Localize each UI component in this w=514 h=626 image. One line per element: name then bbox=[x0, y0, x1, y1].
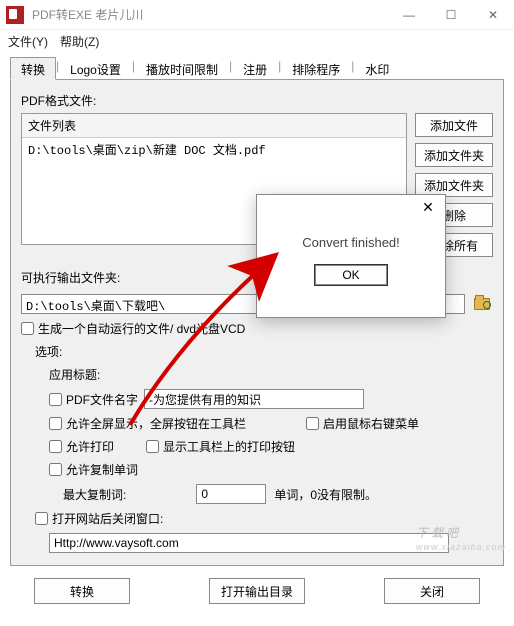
open-output-button[interactable]: 打开输出目录 bbox=[209, 578, 305, 604]
close-window-label: 打开网站后关闭窗口: bbox=[52, 510, 163, 527]
content-area: 转换 | Logo设置 | 播放时间限制 | 注册 | 排除程序 | 水印 PD… bbox=[0, 52, 514, 626]
fullscreen-row: 允许全屏显示，全屏按钮在工具栏 启用鼠标右键菜单 bbox=[49, 415, 493, 432]
show-print-btn-checkbox[interactable] bbox=[146, 440, 159, 453]
close-app-button[interactable]: 关闭 bbox=[384, 578, 480, 604]
app-title-input[interactable] bbox=[144, 389, 364, 409]
fullscreen-label: 允许全屏显示，全屏按钮在工具栏 bbox=[66, 415, 246, 432]
tab-logo[interactable]: Logo设置 bbox=[59, 57, 132, 80]
tab-exclude[interactable]: 排除程序 bbox=[281, 57, 351, 80]
close-window-row: 打开网站后关闭窗口: bbox=[35, 510, 493, 527]
show-print-btn-label: 显示工具栏上的打印按钮 bbox=[163, 438, 295, 455]
url-input[interactable] bbox=[49, 533, 449, 553]
dialog-ok-button[interactable]: OK bbox=[314, 264, 388, 286]
max-copy-suffix: 单词，0没有限制。 bbox=[274, 486, 377, 503]
file-list-header: 文件列表 bbox=[22, 114, 406, 138]
title-bar: PDF转EXE 老片儿川 — ☐ ✕ bbox=[0, 0, 514, 30]
pdf-name-checkbox[interactable] bbox=[49, 393, 62, 406]
copy-checkbox[interactable] bbox=[49, 463, 62, 476]
menu-file[interactable]: 文件(Y) bbox=[8, 33, 48, 50]
tab-register[interactable]: 注册 bbox=[232, 57, 278, 80]
folder-icon bbox=[474, 298, 490, 310]
tab-convert[interactable]: 转换 bbox=[10, 57, 56, 80]
window-title: PDF转EXE 老片儿川 bbox=[32, 6, 143, 23]
autorun-checkbox[interactable] bbox=[21, 322, 34, 335]
dialog-titlebar: ✕ bbox=[257, 195, 445, 223]
app-icon bbox=[6, 6, 24, 24]
bottom-bar: 转换 打开输出目录 关闭 bbox=[10, 566, 504, 616]
dialog-button-row: OK bbox=[257, 264, 445, 286]
max-copy-label: 最大复制词: bbox=[63, 486, 126, 503]
minimize-button[interactable]: — bbox=[388, 0, 430, 30]
tab-playtime[interactable]: 播放时间限制 bbox=[135, 57, 229, 80]
rightclick-label: 启用鼠标右键菜单 bbox=[323, 415, 419, 432]
dialog-close-button[interactable]: ✕ bbox=[411, 195, 445, 219]
add-folder-button[interactable]: 添加文件夹 bbox=[415, 143, 493, 167]
autorun-row: 生成一个自动运行的文件/ dvd光盘VCD bbox=[21, 320, 493, 337]
menu-help[interactable]: 帮助(Z) bbox=[60, 33, 99, 50]
tab-watermark[interactable]: 水印 bbox=[354, 57, 400, 80]
convert-panel: PDF格式文件: 文件列表 D:\tools\桌面\zip\新建 DOC 文档.… bbox=[10, 80, 504, 566]
pdf-name-row: PDF文件名字 bbox=[49, 389, 493, 409]
options-label: 选项: bbox=[35, 343, 493, 360]
autorun-label: 生成一个自动运行的文件/ dvd光盘VCD bbox=[38, 320, 245, 337]
convert-button[interactable]: 转换 bbox=[34, 578, 130, 604]
pdf-files-label: PDF格式文件: bbox=[21, 92, 493, 109]
convert-finished-dialog: ✕ Convert finished! OK bbox=[256, 194, 446, 318]
fullscreen-checkbox[interactable] bbox=[49, 417, 62, 430]
add-file-button[interactable]: 添加文件 bbox=[415, 113, 493, 137]
maximize-button[interactable]: ☐ bbox=[430, 0, 472, 30]
copy-row: 允许复制单词 bbox=[49, 461, 493, 478]
close-window-checkbox[interactable] bbox=[35, 512, 48, 525]
browse-folder-button[interactable] bbox=[471, 294, 493, 314]
tab-bar: 转换 | Logo设置 | 播放时间限制 | 注册 | 排除程序 | 水印 bbox=[10, 56, 504, 80]
close-button[interactable]: ✕ bbox=[472, 0, 514, 30]
print-row: 允许打印 显示工具栏上的打印按钮 bbox=[49, 438, 493, 455]
menu-bar: 文件(Y) 帮助(Z) bbox=[0, 30, 514, 52]
url-row bbox=[49, 533, 493, 553]
rightclick-checkbox[interactable] bbox=[306, 417, 319, 430]
max-copy-input[interactable] bbox=[196, 484, 266, 504]
dialog-message: Convert finished! bbox=[257, 223, 445, 264]
file-row[interactable]: D:\tools\桌面\zip\新建 DOC 文档.pdf bbox=[22, 138, 406, 161]
print-label: 允许打印 bbox=[66, 438, 146, 455]
copy-label: 允许复制单词 bbox=[66, 461, 138, 478]
max-copy-row: 最大复制词: 单词，0没有限制。 bbox=[63, 484, 493, 504]
pdf-name-label: PDF文件名字 bbox=[66, 391, 138, 408]
window-controls: — ☐ ✕ bbox=[388, 0, 514, 30]
print-checkbox[interactable] bbox=[49, 440, 62, 453]
app-title-label: 应用标题: bbox=[49, 366, 493, 383]
